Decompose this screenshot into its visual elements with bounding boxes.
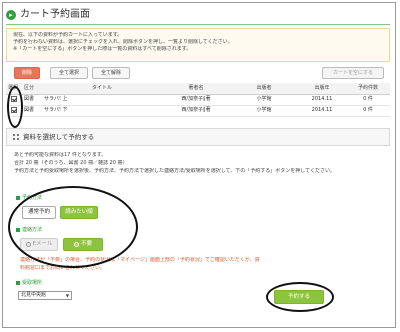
info-line: 予約方法と予約受取場所を選択後、予約方法、予約方法で選択した連絡方法/受取場所を…: [14, 168, 335, 174]
section-header: 資料を選択して予約する: [6, 128, 390, 146]
row-checkbox[interactable]: [11, 96, 17, 103]
want-to-read-button[interactable]: 読みたい順: [60, 206, 98, 219]
col-header-publisher: 出版者: [230, 83, 298, 95]
table-row: 図書 サラバ! 下 西/加奈子∥著 小学館 2014.11 0 件: [6, 105, 390, 117]
warning-line: 料館窓口までお問い合わせください。: [20, 265, 106, 271]
place-label-text: 受取場所: [22, 280, 43, 286]
clock-icon: [25, 242, 31, 247]
chevron-down-icon: ▼: [65, 293, 69, 298]
row-author: 西/加奈子∥著: [162, 105, 230, 117]
unselect-all-button[interactable]: 全て解除: [92, 67, 130, 79]
col-header-author: 著者名: [162, 83, 230, 95]
check-circle-icon: ✓: [73, 242, 79, 247]
row-select-cell: [6, 105, 22, 117]
info-line: 合計 20 冊（そのうち、図書 20 冊／雑誌 20 冊）: [14, 160, 128, 166]
page-title: カート予約画面: [20, 9, 90, 20]
row-publisher: 小学館: [230, 94, 298, 106]
notice-line: ※「カートを空にする」ボタンを押した際は一覧の資料はすべて削除されます。: [13, 46, 192, 52]
col-header-title: タイトル: [42, 83, 162, 95]
cart-table: 選択 区分 タイトル 著者名 出版者 出版年 予約件数 図書 サラバ! 上 西/…: [6, 83, 390, 117]
normal-reservation-button[interactable]: 通常予約: [22, 206, 56, 219]
no-contact-button[interactable]: ✓ 不要: [63, 238, 103, 251]
row-year: 2014.11: [298, 94, 346, 106]
row-checkbox[interactable]: [11, 107, 17, 114]
reserve-button[interactable]: 予約する: [274, 290, 324, 304]
warning-line: 連絡方法が「不要」の場合、予約の状況は「マイページ」画面上部の「予約状況」でご確…: [20, 257, 260, 263]
email-label: Eメール: [32, 241, 53, 248]
arrow-right-icon: ▸: [6, 10, 16, 21]
none-label: 不要: [80, 241, 92, 248]
notice-line: 予約を行わない資料は、選択にチェックを入れ、削除ボタンを押し、一覧より削除してく…: [13, 39, 233, 45]
table-header-row: 選択 区分 タイトル 著者名 出版者 出版年 予約件数: [6, 83, 390, 95]
place-label: 受取場所: [16, 280, 42, 286]
grid-icon: [13, 134, 19, 140]
square-bullet-icon: [16, 228, 20, 233]
email-contact-button[interactable]: Eメール: [20, 238, 58, 251]
title-divider: [6, 24, 390, 25]
info-text: あと予約可能な資料は17 件となります。 合計 20 冊（そのうち、図書 20 …: [14, 152, 384, 176]
info-line: あと予約可能な資料は17 件となります。: [14, 152, 107, 158]
section-title: 資料を選択して予約する: [23, 132, 95, 141]
page-header: ▸ カート予約画面: [6, 9, 90, 22]
row-count: 0 件: [346, 105, 390, 117]
square-bullet-icon: [16, 281, 20, 286]
method-label-text: 予約方法: [22, 195, 43, 201]
pickup-place-select[interactable]: 北見中央館 ▼: [18, 291, 72, 300]
empty-cart-button[interactable]: カートを空にする: [322, 67, 384, 79]
row-kind: 図書: [22, 94, 42, 106]
row-count: 0 件: [346, 94, 390, 106]
row-title[interactable]: サラバ! 上: [42, 94, 162, 106]
pickup-place-value: 北見中央館: [21, 292, 47, 299]
col-header-select: 選択: [6, 83, 22, 95]
contact-warning: 連絡方法が「不要」の場合、予約の状況は「マイページ」画面上部の「予約状況」でご確…: [20, 257, 380, 273]
delete-button[interactable]: 削除: [14, 67, 40, 79]
col-header-kind: 区分: [22, 83, 42, 95]
row-kind: 図書: [22, 105, 42, 117]
table-row: 図書 サラバ! 上 西/加奈子∥著 小学館 2014.11 0 件: [6, 94, 390, 106]
contact-label: 連絡方法: [16, 227, 42, 233]
notice-box: 現在、以下の資料が予約カートに入っています。 予約を行わない資料は、選択にチェッ…: [6, 28, 390, 62]
notice-line: 現在、以下の資料が予約カートに入っています。: [13, 32, 123, 38]
col-header-count: 予約件数: [346, 83, 390, 95]
method-label: 予約方法: [16, 195, 42, 201]
row-year: 2014.11: [298, 105, 346, 117]
row-publisher: 小学館: [230, 105, 298, 117]
row-author: 西/加奈子∥著: [162, 94, 230, 106]
select-all-button[interactable]: 全て選択: [50, 67, 88, 79]
row-title[interactable]: サラバ! 下: [42, 105, 162, 117]
contact-label-text: 連絡方法: [22, 227, 43, 233]
col-header-year: 出版年: [298, 83, 346, 95]
row-select-cell: [6, 94, 22, 106]
square-bullet-icon: [16, 196, 20, 201]
